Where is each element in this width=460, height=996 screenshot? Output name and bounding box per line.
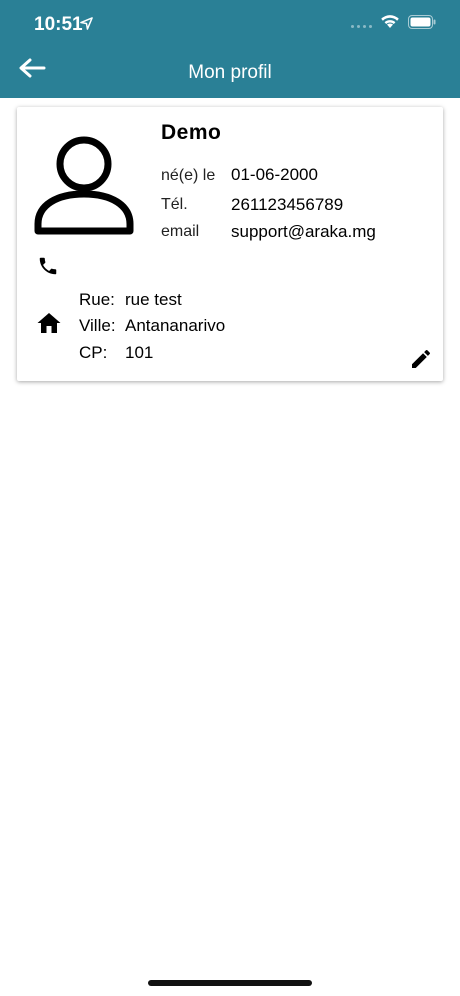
- location-arrow-icon: [80, 17, 93, 30]
- postal-code-value: 101: [125, 343, 154, 362]
- home-indicator[interactable]: [148, 980, 312, 986]
- status-icons: [351, 14, 436, 29]
- edit-profile-button[interactable]: [409, 347, 433, 371]
- birthdate-label: né(e) le: [161, 167, 216, 184]
- pencil-edit-icon: [412, 350, 430, 368]
- email-value: support@araka.mg: [231, 222, 376, 241]
- postal-code-label: CP:: [79, 343, 108, 362]
- home-icon: [37, 313, 61, 333]
- street-label: Rue:: [79, 290, 115, 309]
- app-header: 10:51 Mon profil: [0, 0, 460, 98]
- profile-card: Demo né(e) le 01-06-2000 Tél. 2611234567…: [17, 107, 443, 381]
- city-value: Antananarivo: [125, 316, 226, 335]
- person-avatar-icon: [34, 136, 134, 235]
- phone-value: 261123456789: [231, 195, 344, 214]
- birthdate-value: 01-06-2000: [231, 165, 318, 184]
- city-label: Ville:: [79, 316, 116, 335]
- street-value: rue test: [125, 290, 182, 309]
- signal-icon: [351, 16, 372, 28]
- email-label: email: [161, 223, 200, 240]
- status-time: 10:51: [34, 14, 83, 35]
- battery-icon: [408, 14, 436, 29]
- phone-icon[interactable]: [37, 255, 59, 277]
- phone-label: Tél.: [161, 196, 188, 213]
- wifi-icon: [381, 15, 399, 28]
- page-title: Mon profil: [188, 62, 272, 83]
- profile-name: Demo: [161, 121, 222, 144]
